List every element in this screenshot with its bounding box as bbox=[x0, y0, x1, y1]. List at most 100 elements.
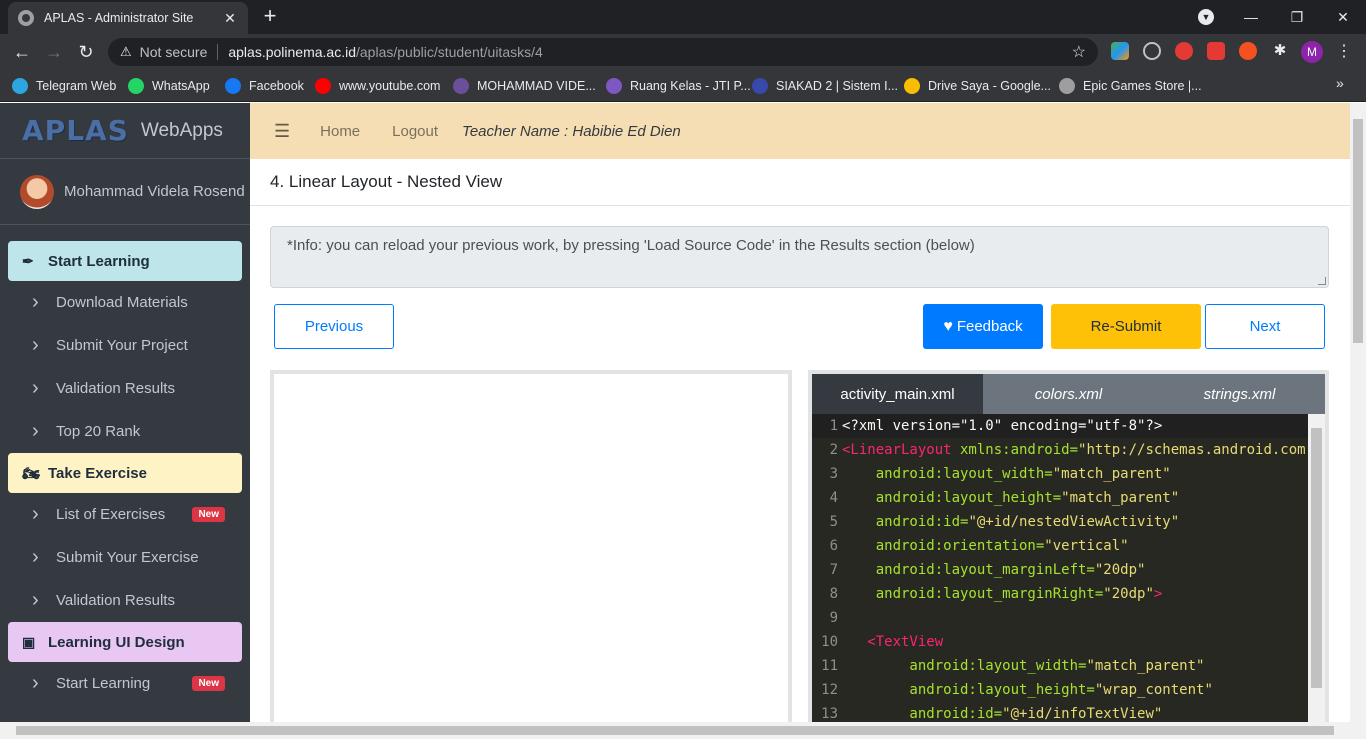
user-panel[interactable]: Mohammad Videla Rosend bbox=[0, 159, 250, 225]
code-text[interactable]: android:layout_width="match_parent" bbox=[842, 462, 1171, 486]
sidebar-item[interactable]: › Download Materials bbox=[0, 281, 250, 324]
chevron-right-icon: › bbox=[32, 546, 39, 568]
code-area[interactable]: 1 <?xml version="1.0" encoding="utf-8"?>… bbox=[812, 414, 1308, 722]
bookmark-label: SIAKAD 2 | Sistem I... bbox=[776, 79, 899, 93]
bookmark-item[interactable]: Telegram Web bbox=[12, 77, 116, 95]
page-vertical-scrollbar[interactable] bbox=[1350, 103, 1366, 722]
security-label[interactable]: Not secure bbox=[140, 44, 208, 60]
media-download-icon[interactable]: ▼ bbox=[1198, 9, 1214, 25]
code-line[interactable]: 9 bbox=[812, 606, 1308, 630]
editor-tab[interactable]: activity_main.xml bbox=[812, 374, 983, 414]
extension-orange-icon[interactable] bbox=[1239, 42, 1257, 60]
sidebar-item[interactable]: › Validation Results bbox=[0, 579, 250, 622]
nav-logout-link[interactable]: Logout bbox=[392, 123, 438, 140]
restore-icon[interactable]: ❐ bbox=[1274, 0, 1320, 34]
code-line[interactable]: 13 android:id="@+id/infoTextView" bbox=[812, 702, 1308, 722]
editor-scrollbar[interactable] bbox=[1308, 414, 1325, 722]
chevron-right-icon: › bbox=[32, 377, 39, 399]
sidebar-item[interactable]: › Submit Your Project bbox=[0, 324, 250, 367]
page-scroll-thumb[interactable] bbox=[1353, 119, 1363, 343]
page-hscroll-thumb[interactable] bbox=[16, 726, 1334, 735]
code-text[interactable]: android:orientation="vertical" bbox=[842, 534, 1129, 558]
sidebar-header-2[interactable]: ▣ Learning UI Design bbox=[8, 622, 242, 662]
address-bar[interactable]: ⚠ Not secure aplas.polinema.ac.id/aplas/… bbox=[108, 38, 1098, 66]
more-bookmarks-icon[interactable]: » bbox=[1336, 75, 1344, 91]
code-line[interactable]: 11 android:layout_width="match_parent" bbox=[812, 654, 1308, 678]
page-horizontal-scrollbar[interactable] bbox=[0, 722, 1366, 739]
sidebar-item[interactable]: › Start Learning New bbox=[0, 662, 250, 705]
code-line[interactable]: 1 <?xml version="1.0" encoding="utf-8"?> bbox=[812, 414, 1308, 438]
code-line[interactable]: 6 android:orientation="vertical" bbox=[812, 534, 1308, 558]
bookmark-item[interactable]: Epic Games Store |... bbox=[1059, 77, 1202, 95]
feedback-button[interactable]: ♥ Feedback bbox=[923, 304, 1043, 349]
bookmark-star-icon[interactable]: ☆ bbox=[1072, 42, 1086, 62]
sidebar-item[interactable]: › Validation Results bbox=[0, 367, 250, 410]
new-tab-icon[interactable]: + bbox=[258, 4, 282, 28]
sidebar-item[interactable]: › List of Exercises New bbox=[0, 493, 250, 536]
editor-tab[interactable]: strings.xml bbox=[1154, 374, 1325, 414]
brand[interactable]: APLAS WebApps bbox=[0, 103, 250, 159]
code-line[interactable]: 3 android:layout_width="match_parent" bbox=[812, 462, 1308, 486]
code-text[interactable]: <TextView bbox=[842, 630, 943, 654]
reload-icon[interactable]: ↻ bbox=[74, 40, 98, 64]
hamburger-menu-icon[interactable]: ☰ bbox=[274, 121, 290, 142]
line-number: 6 bbox=[829, 538, 838, 554]
code-text[interactable]: android:layout_width="match_parent" bbox=[842, 654, 1204, 678]
code-text[interactable]: <LinearLayout xmlns:android="http://sche… bbox=[842, 438, 1306, 462]
browser-menu-icon[interactable]: ⋮ bbox=[1336, 41, 1352, 61]
editor-scroll-thumb[interactable] bbox=[1311, 428, 1322, 688]
extension-colorful-icon[interactable] bbox=[1111, 42, 1129, 60]
globe-extension-icon[interactable] bbox=[1143, 42, 1161, 60]
code-text[interactable]: android:layout_height="wrap_content" bbox=[842, 678, 1212, 702]
code-line[interactable]: 2 <LinearLayout xmlns:android="http://sc… bbox=[812, 438, 1308, 462]
bookmark-item[interactable]: Ruang Kelas - JTI P... bbox=[606, 77, 751, 95]
sidebar-header-0[interactable]: ✒ Start Learning bbox=[8, 241, 242, 281]
code-text[interactable]: <?xml version="1.0" encoding="utf-8"?> bbox=[842, 414, 1162, 438]
browser-tab[interactable]: APLAS - Administrator Site ✕ bbox=[8, 2, 248, 34]
resubmit-button[interactable]: Re-Submit bbox=[1051, 304, 1201, 349]
close-window-icon[interactable]: ✕ bbox=[1320, 0, 1366, 34]
code-text[interactable]: android:id="@+id/nestedViewActivity" bbox=[842, 510, 1179, 534]
url-host[interactable]: aplas.polinema.ac.id bbox=[228, 44, 356, 60]
code-token: xmlns:android= bbox=[951, 442, 1079, 458]
url-path[interactable]: /aplas/public/student/uitasks/4 bbox=[356, 44, 543, 60]
code-line[interactable]: 10 <TextView bbox=[812, 630, 1308, 654]
motorcycle-icon: 🏍 bbox=[22, 464, 40, 481]
back-arrow-icon[interactable]: ← bbox=[10, 40, 34, 64]
forward-arrow-icon[interactable]: → bbox=[42, 40, 66, 64]
code-line[interactable]: 5 android:id="@+id/nestedViewActivity" bbox=[812, 510, 1308, 534]
user-name[interactable]: Mohammad Videla Rosend bbox=[64, 183, 245, 200]
bookmark-item[interactable]: www.youtube.com bbox=[315, 77, 440, 95]
code-line[interactable]: 12 android:layout_height="wrap_content" bbox=[812, 678, 1308, 702]
editor-tab[interactable]: colors.xml bbox=[983, 374, 1154, 414]
sidebar-item[interactable]: › Top 20 Rank bbox=[0, 410, 250, 453]
code-line[interactable]: 8 android:layout_marginRight="20dp"> bbox=[812, 582, 1308, 606]
bookmark-item[interactable]: SIAKAD 2 | Sistem I... bbox=[752, 77, 898, 95]
minimize-icon[interactable]: — bbox=[1228, 0, 1274, 34]
previous-button[interactable]: Previous bbox=[274, 304, 394, 349]
code-editor[interactable]: activity_main.xml colors.xml strings.xml 1… bbox=[808, 370, 1329, 722]
extension-red-icon[interactable] bbox=[1175, 42, 1193, 60]
bookmark-item[interactable]: Facebook bbox=[225, 77, 304, 95]
resize-grip-icon[interactable] bbox=[1318, 277, 1326, 285]
code-text[interactable]: android:layout_height="match_parent" bbox=[842, 486, 1179, 510]
profile-avatar[interactable]: M bbox=[1301, 41, 1323, 63]
code-line[interactable]: 4 android:layout_height="match_parent" bbox=[812, 486, 1308, 510]
code-text[interactable]: android:layout_marginRight="20dp"> bbox=[842, 582, 1163, 606]
bookmark-item[interactable]: WhatsApp bbox=[128, 77, 210, 95]
nav-home-link[interactable]: Home bbox=[320, 123, 360, 140]
info-textarea[interactable]: *Info: you can reload your previous work… bbox=[270, 226, 1329, 288]
next-button[interactable]: Next bbox=[1205, 304, 1325, 349]
warning-icon[interactable]: ⚠ bbox=[120, 44, 132, 60]
code-line[interactable]: 7 android:layout_marginLeft="20dp" bbox=[812, 558, 1308, 582]
code-token: <LinearLayout bbox=[842, 442, 952, 458]
code-text[interactable]: android:layout_marginLeft="20dp" bbox=[842, 558, 1146, 582]
close-tab-icon[interactable]: ✕ bbox=[222, 10, 238, 27]
sidebar-header-1[interactable]: 🏍 Take Exercise bbox=[8, 453, 242, 493]
bookmark-item[interactable]: Drive Saya - Google... bbox=[904, 77, 1051, 95]
bookmark-item[interactable]: MOHAMMAD VIDE... bbox=[453, 77, 596, 95]
video-extension-icon[interactable] bbox=[1207, 42, 1225, 60]
sidebar-item[interactable]: › Submit Your Exercise bbox=[0, 536, 250, 579]
puzzle-extensions-icon[interactable]: ✱ bbox=[1271, 42, 1289, 60]
code-text[interactable]: android:id="@+id/infoTextView" bbox=[842, 702, 1162, 722]
